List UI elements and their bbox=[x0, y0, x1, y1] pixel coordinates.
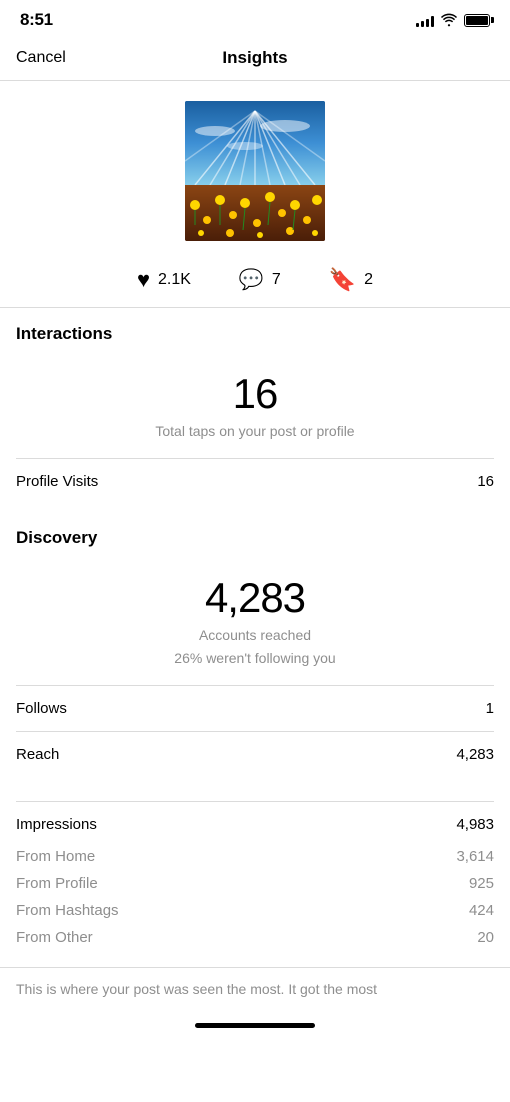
from-hashtags-value: 424 bbox=[469, 902, 494, 919]
profile-visits-value: 16 bbox=[477, 473, 494, 490]
bottom-pill-container bbox=[0, 999, 510, 1036]
saves-value: 2 bbox=[364, 271, 373, 289]
from-home-label: From Home bbox=[16, 848, 95, 865]
reach-label: Reach bbox=[16, 746, 59, 763]
post-image bbox=[185, 101, 325, 241]
likes-stat: ♥ 2.1K bbox=[137, 269, 191, 291]
interactions-title: Interactions bbox=[16, 324, 494, 344]
signal-icon bbox=[416, 13, 434, 27]
discovery-center: 4,283 Accounts reached 26% weren't follo… bbox=[16, 564, 494, 685]
bottom-teaser: This is where your post was seen the mos… bbox=[0, 967, 510, 1000]
from-hashtags-row: From Hashtags 424 bbox=[16, 897, 494, 924]
follows-label: Follows bbox=[16, 700, 67, 717]
reach-row: Reach 4,283 bbox=[16, 731, 494, 777]
impressions-label: Impressions bbox=[16, 816, 97, 833]
discovery-title: Discovery bbox=[16, 528, 494, 548]
post-image-container bbox=[0, 81, 510, 257]
discovery-subtitle2: 26% weren't following you bbox=[16, 649, 494, 669]
interactions-subtitle: Total taps on your post or profile bbox=[16, 422, 494, 442]
follows-value: 1 bbox=[486, 700, 494, 717]
interactions-section: Interactions 16 Total taps on your post … bbox=[0, 308, 510, 504]
impressions-section: Impressions 4,983 From Home 3,614 From P… bbox=[0, 785, 510, 951]
teaser-text: This is where your post was seen the mos… bbox=[16, 981, 377, 997]
interactions-big-number: 16 bbox=[16, 370, 494, 418]
wifi-icon bbox=[440, 13, 458, 27]
saves-stat: 🔖 2 bbox=[329, 269, 373, 291]
from-home-value: 3,614 bbox=[456, 848, 494, 865]
interactions-center: 16 Total taps on your post or profile bbox=[16, 360, 494, 458]
flowers-area bbox=[185, 185, 325, 241]
battery-icon bbox=[464, 14, 490, 27]
home-indicator bbox=[195, 1023, 315, 1028]
cancel-button[interactable]: Cancel bbox=[16, 49, 66, 67]
from-hashtags-label: From Hashtags bbox=[16, 902, 119, 919]
status-bar: 8:51 bbox=[0, 0, 510, 36]
likes-value: 2.1K bbox=[158, 271, 191, 289]
from-other-row: From Other 20 bbox=[16, 924, 494, 951]
profile-visits-label: Profile Visits bbox=[16, 473, 98, 490]
discovery-section: Discovery 4,283 Accounts reached 26% wer… bbox=[0, 512, 510, 777]
comment-icon: 💬 bbox=[239, 270, 264, 290]
discovery-big-number: 4,283 bbox=[16, 574, 494, 622]
bookmark-icon: 🔖 bbox=[329, 269, 356, 291]
status-icons bbox=[416, 13, 490, 27]
from-profile-label: From Profile bbox=[16, 875, 98, 892]
impressions-value: 4,983 bbox=[456, 816, 494, 833]
profile-visits-row: Profile Visits 16 bbox=[16, 458, 494, 504]
insights-header: Cancel Insights bbox=[0, 36, 510, 81]
impressions-main-row: Impressions 4,983 bbox=[16, 801, 494, 843]
page-title: Insights bbox=[222, 48, 287, 68]
from-home-row: From Home 3,614 bbox=[16, 843, 494, 870]
heart-icon: ♥ bbox=[137, 269, 150, 291]
from-other-label: From Other bbox=[16, 929, 93, 946]
sky-area bbox=[185, 101, 325, 185]
status-time: 8:51 bbox=[20, 10, 53, 30]
follows-row: Follows 1 bbox=[16, 685, 494, 731]
post-stats-row: ♥ 2.1K 💬 7 🔖 2 bbox=[0, 257, 510, 308]
from-profile-value: 925 bbox=[469, 875, 494, 892]
reach-value: 4,283 bbox=[456, 746, 494, 763]
from-profile-row: From Profile 925 bbox=[16, 870, 494, 897]
from-other-value: 20 bbox=[477, 929, 494, 946]
comments-stat: 💬 7 bbox=[239, 270, 281, 290]
comments-value: 7 bbox=[272, 271, 281, 289]
discovery-subtitle1: Accounts reached bbox=[16, 626, 494, 646]
